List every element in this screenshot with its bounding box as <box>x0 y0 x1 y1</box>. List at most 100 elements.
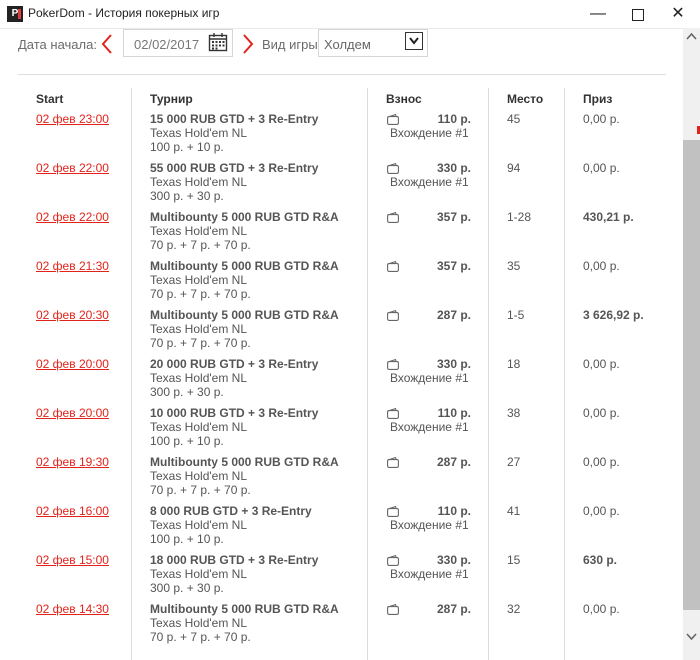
prize-value: 630 р. <box>583 553 618 567</box>
table-row: 02 фев 16:00 8 000 RUB GTD + 3 Re-Entry Te… <box>18 502 682 551</box>
scroll-thumb[interactable] <box>683 140 700 610</box>
tournament-cell: 55 000 RUB GTD + 3 Re-Entry Texas Hold'em… <box>150 161 318 203</box>
minimize-button[interactable]: — <box>578 0 618 28</box>
start-time-link[interactable]: 02 фев 15:00 <box>36 553 109 567</box>
tournament-name: 55 000 RUB GTD + 3 Re-Entry <box>150 161 319 175</box>
start-time-link[interactable]: 02 фев 14:30 <box>36 602 109 616</box>
scroll-down-icon[interactable] <box>683 628 700 645</box>
tournament-name: 20 000 RUB GTD + 3 Re-Entry <box>150 357 319 371</box>
buyin-amount: 330 р. <box>436 161 471 175</box>
table-row: 02 фев 21:30 Multibounty 5 000 RUB GTD R&… <box>18 257 682 306</box>
calendar-icon[interactable] <box>208 32 228 52</box>
prize-value: 0,00 р. <box>583 602 620 616</box>
fee-structure: 300 р. + 30 р. <box>150 189 224 203</box>
start-time-link[interactable]: 02 фев 19:30 <box>36 455 109 469</box>
date-value: 02/02/2017 <box>134 37 200 52</box>
fee-structure: 70 р. + 7 р. + 70 р. <box>150 287 251 301</box>
maximize-button[interactable] <box>618 0 658 28</box>
entry-number: Вхождение #1 <box>390 126 469 140</box>
tournament-name: 8 000 RUB GTD + 3 Re-Entry <box>150 504 312 518</box>
game-type-dropdown-button[interactable] <box>405 32 423 50</box>
vertical-scrollbar[interactable] <box>683 28 700 660</box>
game-type: Texas Hold'em NL <box>150 469 247 483</box>
start-time-link[interactable]: 02 фев 22:00 <box>36 210 109 224</box>
place-value: 94 <box>507 161 521 175</box>
start-time-link[interactable]: 02 фев 16:00 <box>36 504 109 518</box>
game-type: Texas Hold'em NL <box>150 420 247 434</box>
start-time-link[interactable]: 02 фев 23:00 <box>36 112 109 126</box>
table-row: 02 фев 19:30 Multibounty 5 000 RUB GTD R&… <box>18 453 682 502</box>
fee-structure: 70 р. + 7 р. + 70 р. <box>150 336 251 350</box>
prize-value: 0,00 р. <box>583 357 620 371</box>
header-buyin[interactable]: Взнос <box>386 92 422 106</box>
tournament-cell: 20 000 RUB GTD + 3 Re-Entry Texas Hold'em… <box>150 357 318 399</box>
header-prize[interactable]: Приз <box>583 92 612 106</box>
table-body: 02 фев 23:00 15 000 RUB GTD + 3 Re-Entry T… <box>18 110 682 649</box>
game-type: Texas Hold'em NL <box>150 518 247 532</box>
chevron-left-icon[interactable] <box>99 32 115 56</box>
prize-value: 0,00 р. <box>583 112 620 126</box>
prize-value: 0,00 р. <box>583 161 620 175</box>
tournament-cell: Multibounty 5 000 RUB GTD R&A Texas Hold'… <box>150 308 339 350</box>
prize-value: 0,00 р. <box>583 455 620 469</box>
game-type: Texas Hold'em NL <box>150 322 247 336</box>
close-button[interactable]: ✕ <box>658 0 698 28</box>
game-type: Texas Hold'em NL <box>150 126 247 140</box>
tournament-cell: 10 000 RUB GTD + 3 Re-Entry Texas Hold'em… <box>150 406 318 448</box>
entry-number: Вхождение #1 <box>390 518 469 532</box>
start-time-link[interactable]: 02 фев 22:00 <box>36 161 109 175</box>
place-value: 27 <box>507 455 521 469</box>
title-bar: P PokerDom - История покерных игр — ✕ <box>0 0 700 29</box>
tournament-name: 10 000 RUB GTD + 3 Re-Entry <box>150 406 319 420</box>
start-time-link[interactable]: 02 фев 20:00 <box>36 357 109 371</box>
entry-number: Вхождение #1 <box>390 420 469 434</box>
buyin-amount: 357 р. <box>436 259 471 273</box>
tournament-cell: 8 000 RUB GTD + 3 Re-Entry Texas Hold'em … <box>150 504 312 546</box>
entry-number: Вхождение #1 <box>390 175 469 189</box>
filter-bar: Дата начала: 02/02/2017 Вид игры: Холдем <box>0 28 683 74</box>
header-start[interactable]: Start <box>36 92 63 106</box>
place-value: 1-5 <box>507 308 525 322</box>
tournament-name: 15 000 RUB GTD + 3 Re-Entry <box>150 112 319 126</box>
table-row: 02 фев 20:00 10 000 RUB GTD + 3 Re-Entry T… <box>18 404 682 453</box>
tournament-name: Multibounty 5 000 RUB GTD R&A <box>150 210 339 224</box>
fee-structure: 70 р. + 7 р. + 70 р. <box>150 238 251 252</box>
date-label: Дата начала: <box>18 37 97 52</box>
start-time-link[interactable]: 02 фев 20:00 <box>36 406 109 420</box>
prize-value: 0,00 р. <box>583 406 620 420</box>
table-row: 02 фев 23:00 15 000 RUB GTD + 3 Re-Entry T… <box>18 110 682 159</box>
tournament-name: Multibounty 5 000 RUB GTD R&A <box>150 455 339 469</box>
entry-number: Вхождение #1 <box>390 567 469 581</box>
place-value: 38 <box>507 406 521 420</box>
buyin-amount: 287 р. <box>436 602 471 616</box>
tournament-cell: Multibounty 5 000 RUB GTD R&A Texas Hold'… <box>150 210 339 252</box>
prize-value: 430,21 р. <box>583 210 634 224</box>
minimize-icon: — <box>590 5 606 22</box>
buyin-amount: 330 р. <box>436 553 471 567</box>
filter-divider <box>18 74 666 75</box>
place-value: 32 <box>507 602 521 616</box>
fee-structure: 70 р. + 7 р. + 70 р. <box>150 630 251 644</box>
fee-structure: 100 р. + 10 р. <box>150 434 224 448</box>
entry-number: Вхождение #1 <box>390 371 469 385</box>
start-time-link[interactable]: 02 фев 20:30 <box>36 308 109 322</box>
header-place[interactable]: Место <box>507 92 543 106</box>
start-time-link[interactable]: 02 фев 21:30 <box>36 259 109 273</box>
prize-value: 0,00 р. <box>583 259 620 273</box>
place-value: 41 <box>507 504 521 518</box>
scroll-up-icon[interactable] <box>683 28 700 45</box>
prize-value: 0,00 р. <box>583 504 620 518</box>
tournament-cell: 18 000 RUB GTD + 3 Re-Entry Texas Hold'em… <box>150 553 318 595</box>
buyin-amount: 357 р. <box>436 210 471 224</box>
table-row: 02 фев 22:00 Multibounty 5 000 RUB GTD R&… <box>18 208 682 257</box>
place-value: 15 <box>507 553 521 567</box>
fee-structure: 300 р. + 30 р. <box>150 581 224 595</box>
table-row: 02 фев 22:00 55 000 RUB GTD + 3 Re-Entry T… <box>18 159 682 208</box>
chevron-right-icon[interactable] <box>240 32 256 56</box>
buyin-amount: 110 р. <box>437 406 471 420</box>
window-title: PokerDom - История покерных игр <box>28 6 220 20</box>
tournament-cell: 15 000 RUB GTD + 3 Re-Entry Texas Hold'em… <box>150 112 318 154</box>
buyin-amount: 110 р. <box>437 504 471 518</box>
header-tournament[interactable]: Турнир <box>150 92 193 106</box>
game-type-value: Холдем <box>324 37 371 52</box>
